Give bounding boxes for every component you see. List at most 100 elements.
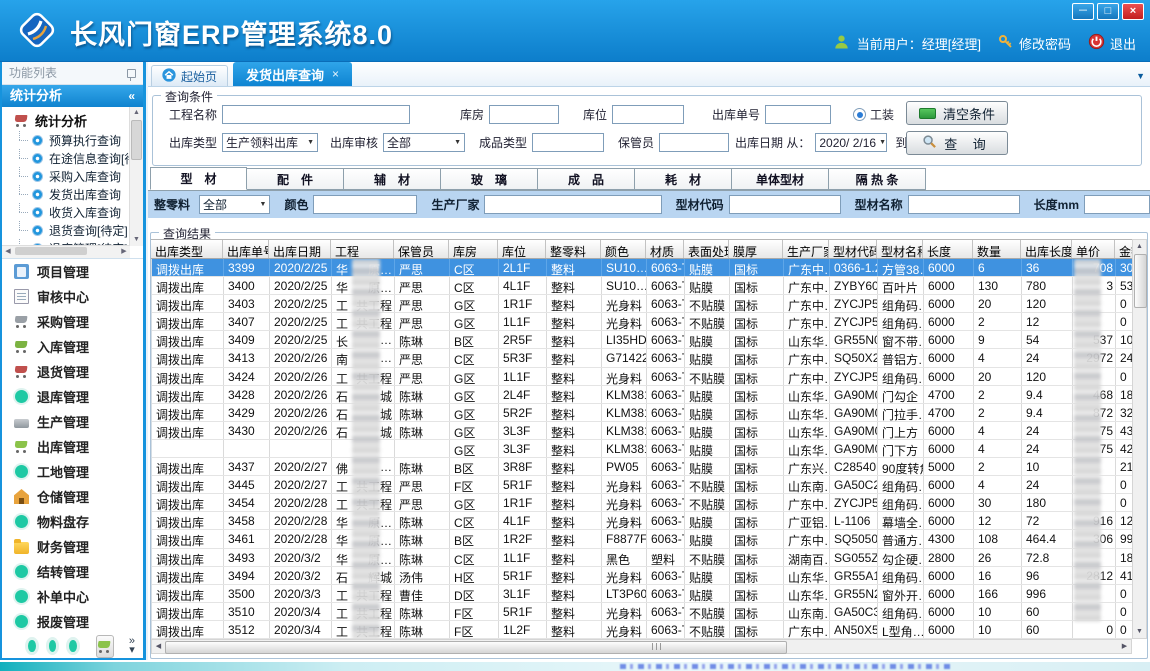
- close-button[interactable]: ×: [1122, 3, 1144, 20]
- logout-button[interactable]: 退出: [1088, 33, 1136, 53]
- tree-vertical-scrollbar[interactable]: ▲ ▼: [129, 107, 143, 246]
- collapse-icon[interactable]: «: [128, 85, 135, 107]
- sidebar-module-出库管理[interactable]: 出库管理: [2, 434, 143, 459]
- table-row[interactable]: 调拨出库34942020/3/2石辉城汤伟H区5R1F整料光身料6063-T5贴…: [152, 567, 1132, 585]
- column-header[interactable]: 出库单号: [223, 240, 269, 258]
- profile-code-input[interactable]: [729, 195, 841, 214]
- table-row[interactable]: 调拨出库33992020/2/25华原…严思C区2L1F整料SU10…6063-…: [152, 259, 1132, 277]
- column-header[interactable]: 数量: [973, 240, 1021, 258]
- column-header[interactable]: 保管员: [394, 240, 449, 258]
- change-password-button[interactable]: 修改密码: [998, 34, 1071, 53]
- column-header[interactable]: 型材代码: [829, 240, 877, 258]
- tab-shipping-outbound-query[interactable]: 发货出库查询 ×: [233, 62, 352, 86]
- column-header[interactable]: 出库类型: [151, 240, 223, 258]
- table-row[interactable]: 调拨出库34282020/2/26石城陈琳G区2L4F整料KLM38176063…: [152, 386, 1132, 404]
- scroll-thumb[interactable]: [131, 120, 142, 160]
- table-row[interactable]: 调拨出库34582020/2/28华原…陈琳C区4L1F整料光身料6063-T5…: [152, 512, 1132, 530]
- table-row[interactable]: 调拨出库34302020/2/26石城陈琳G区3L3F整料KLM38176063…: [152, 422, 1132, 440]
- table-row[interactable]: 调拨出库34132020/2/26南…严思C区5R3F整料G714226063-…: [152, 349, 1132, 367]
- color-input[interactable]: [313, 195, 417, 214]
- column-header[interactable]: 出库日期: [269, 240, 331, 258]
- tree-item[interactable]: 发货出库查询: [2, 185, 130, 203]
- sidebar-module-物料盘存[interactable]: 物料盘存: [2, 509, 143, 534]
- scroll-down-icon[interactable]: ▼: [1133, 625, 1146, 638]
- tree-item[interactable]: 收货入库查询: [2, 203, 130, 221]
- scroll-up-icon[interactable]: ▲: [1133, 240, 1146, 253]
- scroll-right-icon[interactable]: ▶: [1118, 640, 1131, 653]
- slot-input[interactable]: [612, 105, 684, 124]
- table-row[interactable]: 调拨出库34032020/2/25工共工程严思G区1R1F整料光身料6063-T…: [152, 295, 1132, 313]
- tree-item[interactable]: 采购入库查询: [2, 167, 130, 185]
- sidebar-module-生产管理[interactable]: 生产管理: [2, 409, 143, 434]
- table-row[interactable]: 调拨出库35002020/3/3工共工程曹佳D区3L1F整料LT3P606063…: [152, 585, 1132, 603]
- material-tab-1[interactable]: 型 材: [150, 167, 247, 190]
- warehouse-input[interactable]: [489, 105, 559, 124]
- overflow-chevron[interactable]: »▾: [129, 637, 135, 655]
- column-header[interactable]: 整零料: [546, 240, 601, 258]
- tree-item[interactable]: 在途信息查询[待: [2, 149, 130, 167]
- table-row[interactable]: 调拨出库34542020/2/28工共工程严思G区1R1F整料光身料6063-T…: [152, 494, 1132, 512]
- column-header[interactable]: 生产厂家: [783, 240, 829, 258]
- cart-module-button[interactable]: [96, 635, 114, 658]
- minimize-button[interactable]: －: [1072, 3, 1094, 20]
- date-from-select[interactable]: 2020/ 2/16▼: [815, 133, 887, 152]
- column-header[interactable]: 金额: [1115, 240, 1132, 258]
- material-tab-7[interactable]: 单体型材: [732, 168, 829, 190]
- table-row[interactable]: 调拨出库35122020/3/4工共工程陈琳F区1L2F整料光身料6063-T5…: [152, 621, 1132, 639]
- scrollbar-grip[interactable]: [652, 643, 662, 650]
- scroll-right-icon[interactable]: ▶: [118, 246, 130, 258]
- profile-name-input[interactable]: [908, 195, 1020, 214]
- sidebar-module-入库管理[interactable]: 入库管理: [2, 334, 143, 359]
- scroll-up-icon[interactable]: ▲: [130, 107, 143, 119]
- tree-root[interactable]: 统计分析: [2, 110, 143, 131]
- column-header[interactable]: 出库长度: [1021, 240, 1072, 258]
- scroll-thumb[interactable]: [15, 247, 87, 255]
- maximize-button[interactable]: □: [1097, 3, 1119, 20]
- audit-select[interactable]: 全部▼: [383, 133, 465, 152]
- project-name-input[interactable]: [222, 105, 410, 124]
- factory-input[interactable]: [484, 195, 661, 214]
- table-row[interactable]: 调拨出库34292020/2/26石城陈琳G区5R2F整料KLM38176063…: [152, 404, 1132, 422]
- scroll-down-icon[interactable]: ▼: [130, 234, 143, 246]
- out-type-select[interactable]: 生产领料出库▼: [222, 133, 318, 152]
- material-tab-2[interactable]: 配 件: [247, 168, 344, 190]
- column-header[interactable]: 表面处理: [684, 240, 729, 258]
- scroll-thumb[interactable]: [165, 641, 787, 654]
- search-button[interactable]: 查 询: [906, 131, 1008, 155]
- clear-conditions-button[interactable]: 清空条件: [906, 101, 1008, 125]
- material-tab-6[interactable]: 耗 材: [635, 168, 732, 190]
- sidebar-module-退货管理[interactable]: 退货管理: [2, 359, 143, 384]
- scroll-left-icon[interactable]: ◀: [2, 246, 14, 258]
- table-row[interactable]: 调拨出库35102020/3/4工共工程陈琳F区5R1F整料光身料6063-T5…: [152, 603, 1132, 621]
- column-header[interactable]: 单价: [1072, 240, 1115, 258]
- sidebar-module-采购管理[interactable]: 采购管理: [2, 309, 143, 334]
- tree-item[interactable]: 退货查询[待定]: [2, 221, 130, 239]
- material-tab-5[interactable]: 成 品: [538, 168, 635, 190]
- table-row[interactable]: G区3L3F整料KLM38176063-T5贴膜国标山东华…GA90M09.门下…: [152, 440, 1132, 458]
- keeper-input[interactable]: [659, 133, 729, 152]
- module-dot-icon[interactable]: [28, 640, 36, 652]
- length-input[interactable]: [1084, 195, 1150, 214]
- material-tab-4[interactable]: 玻 璃: [441, 168, 538, 190]
- column-header[interactable]: 库房: [449, 240, 498, 258]
- sidebar-module-补单中心[interactable]: 补单中心: [2, 584, 143, 609]
- table-row[interactable]: 调拨出库34452020/2/27工共工程严思F区5R1F整料光身料6063-T…: [152, 476, 1132, 494]
- workwear-radio[interactable]: [853, 108, 866, 121]
- column-header[interactable]: 库位: [498, 240, 546, 258]
- table-row[interactable]: 调拨出库34092020/2/25长…陈琳B区2R5F整料LI35HD6063-…: [152, 331, 1132, 349]
- sidebar-module-工地管理[interactable]: 工地管理: [2, 459, 143, 484]
- tree-horizontal-scrollbar[interactable]: ◀ ▶: [2, 245, 130, 258]
- order-no-input[interactable]: [765, 105, 831, 124]
- table-row[interactable]: 调拨出库34242020/2/26工共工程严思G区1L1F整料光身料6063-T…: [152, 368, 1132, 386]
- column-header[interactable]: 长度: [923, 240, 973, 258]
- product-type-input[interactable]: [532, 133, 604, 152]
- column-header[interactable]: 材质: [646, 240, 684, 258]
- table-row[interactable]: 调拨出库34612020/2/28华原…陈琳B区1R2F整料F8877FT606…: [152, 530, 1132, 548]
- tab-close-icon[interactable]: ×: [332, 67, 339, 81]
- tab-home[interactable]: 起始页: [151, 65, 228, 86]
- material-tab-8[interactable]: 隔 热 条: [829, 168, 926, 190]
- material-tab-3[interactable]: 辅 材: [344, 168, 441, 190]
- sidebar-module-报废管理[interactable]: 报废管理: [2, 609, 143, 634]
- scroll-left-icon[interactable]: ◀: [152, 640, 165, 653]
- sidebar-group-header[interactable]: 统计分析 «: [2, 85, 143, 107]
